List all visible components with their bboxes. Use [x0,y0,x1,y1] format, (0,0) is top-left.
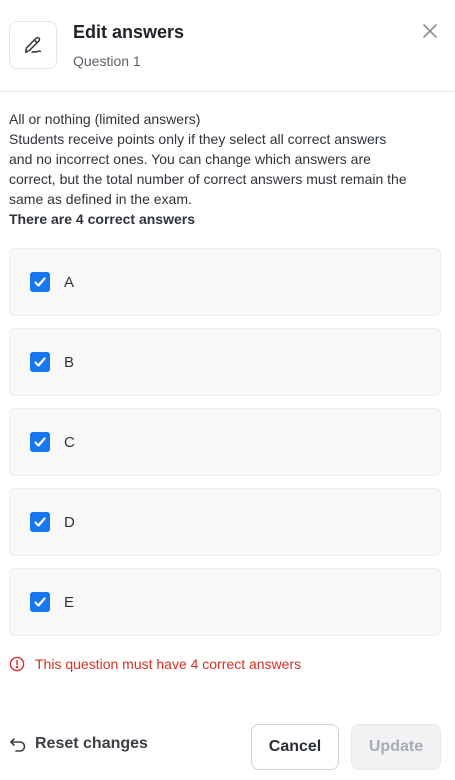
undo-arrow-icon [10,738,26,752]
checkmark-icon [34,597,46,607]
answer-label: E [64,593,75,611]
answer-label: D [64,513,75,531]
grading-mode: All or nothing (limited answers) [9,111,201,127]
answer-option-b[interactable]: B [9,328,441,396]
modal-title: Edit answers [73,22,185,42]
answer-option-c[interactable]: C [9,408,441,476]
answer-label: A [64,273,75,291]
answer-option-d[interactable]: D [9,488,441,556]
pencil-icon [9,21,57,69]
modal-footer: Reset changes Cancel Update [0,722,455,772]
checkmark-icon [34,277,46,287]
answer-option-a[interactable]: A [9,248,441,316]
correct-count-text: There are 4 correct answers [9,211,195,227]
checkbox-a[interactable] [30,272,50,292]
alert-circle-icon [9,656,25,672]
answer-options: A B C D E [9,248,441,648]
error-message: This question must have 4 correct answer… [35,656,302,672]
description-line: Students receive points only if they sel… [9,131,387,147]
close-button[interactable] [419,20,441,42]
answer-label: B [64,353,75,371]
cancel-button[interactable]: Cancel [251,724,339,770]
checkbox-c[interactable] [30,432,50,452]
description-line: same as defined in the exam. [9,191,192,207]
validation-error: This question must have 4 correct answer… [9,656,301,672]
checkmark-icon [34,437,46,447]
answer-option-e[interactable]: E [9,568,441,636]
checkmark-icon [34,357,46,367]
close-icon [423,24,437,38]
checkbox-b[interactable] [30,352,50,372]
reset-changes-label: Reset changes [35,735,148,752]
checkbox-e[interactable] [30,592,50,612]
modal-subtitle: Question 1 [73,53,141,69]
reset-changes-button[interactable]: Reset changes [9,735,148,753]
checkbox-d[interactable] [30,512,50,532]
checkmark-icon [34,517,46,527]
modal-header: Edit answers Question 1 [0,0,455,92]
description-line: correct, but the total number of correct… [9,171,407,187]
description-line: and no incorrect ones. You can change wh… [9,151,371,167]
answer-label: C [64,433,75,451]
grading-description: All or nothing (limited answers) Student… [9,109,445,229]
update-button[interactable]: Update [351,724,441,770]
